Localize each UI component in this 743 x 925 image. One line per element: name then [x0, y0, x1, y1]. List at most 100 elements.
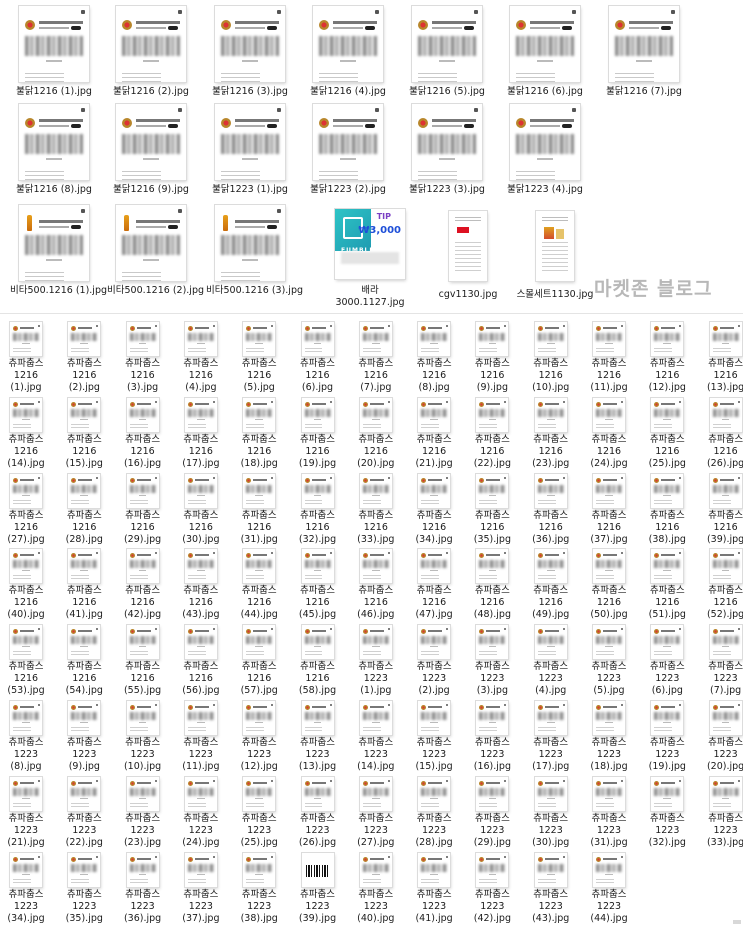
file-thumbnail[interactable]: [243, 473, 276, 508]
file-tile[interactable]: 불닭1216 (3).jpg: [206, 6, 294, 98]
file-thumbnail[interactable]: [709, 322, 742, 356]
file-thumbnail[interactable]: [359, 549, 392, 584]
file-tile[interactable]: 불닭1216 (7).jpg: [600, 6, 688, 98]
file-tile[interactable]: 츄파춥스 1216 (40).jpg: [0, 549, 52, 621]
file-thumbnail[interactable]: [68, 625, 101, 660]
file-thumbnail[interactable]: [243, 397, 276, 432]
file-thumbnail[interactable]: [593, 625, 625, 660]
file-thumbnail[interactable]: [10, 397, 42, 432]
file-thumbnail[interactable]: [359, 776, 392, 811]
file-thumbnail[interactable]: [313, 6, 383, 82]
file-thumbnail[interactable]: [510, 6, 580, 82]
file-tile[interactable]: 츄파춥스 1223 (37).jpg: [175, 852, 227, 925]
file-tile[interactable]: 츄파춥스 1216 (22).jpg: [466, 397, 518, 470]
file-thumbnail[interactable]: [126, 776, 159, 811]
file-thumbnail[interactable]: [215, 104, 285, 180]
file-thumbnail[interactable]: [68, 549, 101, 584]
file-thumbnail[interactable]: [709, 701, 742, 735]
file-tile[interactable]: 츄파춥스 1223 (3).jpg: [466, 625, 518, 697]
file-thumbnail[interactable]: [359, 322, 392, 356]
file-tile[interactable]: 불닭1223 (3).jpg: [403, 104, 491, 196]
file-tile[interactable]: 츄파춥스 1216 (29).jpg: [117, 473, 169, 546]
file-thumbnail[interactable]: [116, 205, 186, 281]
file-tile[interactable]: 츄파춥스 1223 (21).jpg: [0, 776, 52, 849]
file-thumbnail[interactable]: [651, 549, 684, 584]
file-thumbnail[interactable]: [10, 776, 42, 811]
file-tile[interactable]: 츄파춥스 1223 (22).jpg: [58, 776, 110, 849]
file-tile[interactable]: 츄파춥스 1216 (18).jpg: [233, 397, 285, 470]
file-tile[interactable]: 불닭1223 (2).jpg: [304, 104, 392, 196]
file-thumbnail[interactable]: [68, 776, 101, 811]
file-thumbnail[interactable]: [19, 104, 89, 180]
file-tile[interactable]: 츄파춥스 1223 (7).jpg: [700, 625, 743, 697]
file-thumbnail[interactable]: [651, 397, 684, 432]
file-tile[interactable]: 츄파춥스 1216 (14).jpg: [0, 397, 52, 470]
file-tile[interactable]: 츄파춥스 1216 (47).jpg: [408, 549, 460, 621]
file-thumbnail[interactable]: [10, 852, 42, 887]
file-thumbnail[interactable]: [126, 322, 159, 356]
file-thumbnail[interactable]: [593, 473, 625, 508]
file-thumbnail[interactable]: [449, 211, 487, 281]
file-thumbnail[interactable]: [359, 397, 392, 432]
file-tile[interactable]: cgv1130.jpg: [424, 211, 512, 301]
file-thumbnail[interactable]: [534, 473, 567, 508]
file-thumbnail[interactable]: [510, 104, 580, 180]
file-thumbnail[interactable]: [184, 473, 217, 508]
file-thumbnail[interactable]: [301, 397, 334, 432]
file-tile[interactable]: 츄파춥스 1223 (9).jpg: [58, 701, 110, 773]
file-tile[interactable]: 츄파춥스 1216 (56).jpg: [175, 625, 227, 697]
file-tile[interactable]: 츄파춥스 1216 (4).jpg: [175, 322, 227, 394]
file-tile[interactable]: 츄파춥스 1216 (6).jpg: [292, 322, 344, 394]
file-tile[interactable]: 츄파춥스 1216 (55).jpg: [117, 625, 169, 697]
file-tile[interactable]: 츄파춥스 1216 (1).jpg: [0, 322, 52, 394]
file-thumbnail[interactable]: [184, 549, 217, 584]
file-thumbnail[interactable]: [313, 104, 383, 180]
file-thumbnail[interactable]: [593, 322, 625, 356]
file-thumbnail[interactable]: [116, 6, 186, 82]
file-thumbnail[interactable]: [593, 852, 625, 887]
file-tile[interactable]: FUMBLE TIP ₩3,000 배라 3000.1127.jpg: [326, 209, 414, 309]
file-tile[interactable]: 츄파춥스 1216 (7).jpg: [350, 322, 402, 394]
file-thumbnail[interactable]: [534, 625, 567, 660]
file-thumbnail[interactable]: [19, 6, 89, 82]
file-tile[interactable]: 츄파춥스 1216 (48).jpg: [466, 549, 518, 621]
file-thumbnail[interactable]: [68, 397, 101, 432]
file-thumbnail[interactable]: [651, 625, 684, 660]
file-thumbnail[interactable]: [126, 701, 159, 735]
file-tile[interactable]: 츄파춥스 1223 (5).jpg: [583, 625, 635, 697]
file-tile[interactable]: 불닭1216 (4).jpg: [304, 6, 392, 98]
file-tile[interactable]: 츄파춥스 1223 (25).jpg: [233, 776, 285, 849]
file-tile[interactable]: 츄파춥스 1216 (43).jpg: [175, 549, 227, 621]
file-thumbnail[interactable]: [418, 701, 451, 735]
file-tile[interactable]: 츄파춥스 1223 (13).jpg: [292, 701, 344, 773]
file-thumbnail[interactable]: [243, 322, 276, 356]
file-thumbnail[interactable]: [418, 852, 451, 887]
file-tile[interactable]: 불닭1216 (2).jpg: [107, 6, 195, 98]
file-tile[interactable]: 츄파춥스 1223 (24).jpg: [175, 776, 227, 849]
file-tile[interactable]: 츄파춥스 1216 (25).jpg: [641, 397, 693, 470]
file-thumbnail[interactable]: [534, 852, 567, 887]
file-thumbnail[interactable]: [651, 701, 684, 735]
file-thumbnail[interactable]: [709, 473, 742, 508]
file-tile[interactable]: 츄파춥스 1223 (35).jpg: [58, 852, 110, 925]
file-tile[interactable]: 불닭1223 (1).jpg: [206, 104, 294, 196]
file-tile[interactable]: 츄파춥스 1216 (8).jpg: [408, 322, 460, 394]
file-thumbnail[interactable]: [593, 397, 625, 432]
file-thumbnail[interactable]: [709, 776, 742, 811]
file-tile[interactable]: 불닭1216 (5).jpg: [403, 6, 491, 98]
file-tile[interactable]: 비타500.1216 (1).jpg: [10, 205, 107, 297]
file-tile[interactable]: 츄파춥스 1216 (35).jpg: [466, 473, 518, 546]
file-tile[interactable]: 츄파춥스 1216 (13).jpg: [700, 322, 743, 394]
file-tile[interactable]: 츄파춥스 1216 (37).jpg: [583, 473, 635, 546]
file-thumbnail[interactable]: [68, 852, 101, 887]
file-thumbnail[interactable]: [10, 322, 42, 356]
file-thumbnail[interactable]: [19, 205, 89, 281]
file-tile[interactable]: 츄파춥스 1216 (9).jpg: [466, 322, 518, 394]
file-thumbnail[interactable]: [184, 852, 217, 887]
file-tile[interactable]: 츄파춥스 1223 (17).jpg: [525, 701, 577, 773]
file-thumbnail[interactable]: [476, 549, 509, 584]
file-thumbnail[interactable]: [359, 473, 392, 508]
file-thumbnail[interactable]: [116, 104, 186, 180]
file-thumbnail[interactable]: [359, 701, 392, 735]
file-tile[interactable]: 츄파춥스 1216 (31).jpg: [233, 473, 285, 546]
